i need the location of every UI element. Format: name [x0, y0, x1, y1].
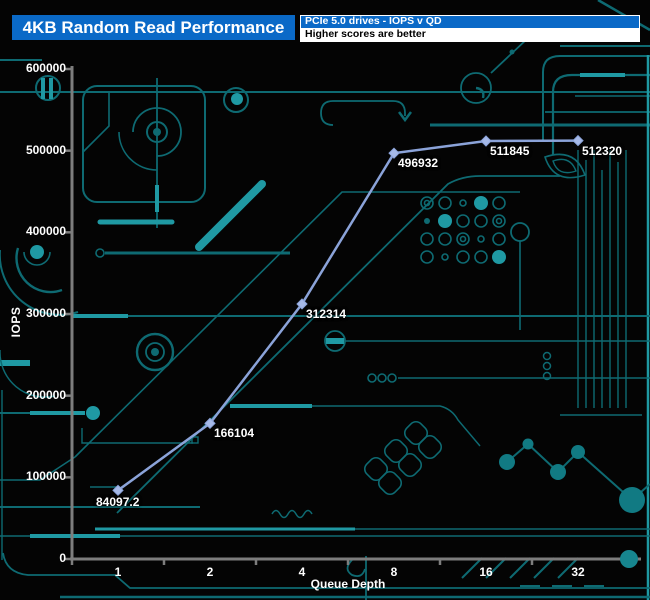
iops-line-chart: [64, 66, 641, 568]
chart-page: 4KB Random Read Performance PCIe 5.0 dri…: [0, 0, 650, 600]
data-point-marker: [480, 135, 492, 147]
chart-note: Higher scores are better: [301, 29, 639, 41]
data-point-marker: [572, 134, 584, 147]
page-title: 4KB Random Read Performance: [12, 15, 295, 40]
chart-info-box: PCIe 5.0 drives - IOPS v QD Higher score…: [300, 15, 640, 42]
axis-ticks: [64, 67, 626, 565]
performance-line: [117, 139, 579, 492]
axis-end-node: [620, 550, 638, 568]
performance-line-series: [112, 134, 584, 497]
